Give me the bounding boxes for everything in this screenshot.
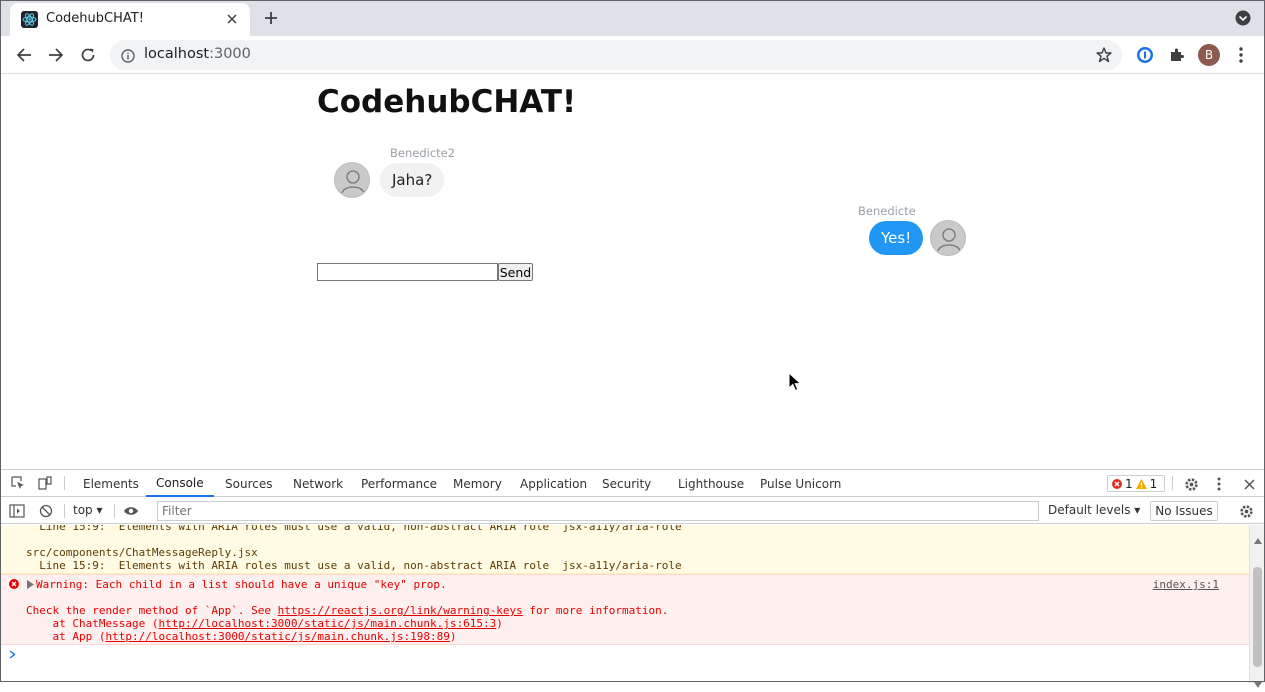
scroll-down-arrow-icon[interactable] <box>1254 673 1262 692</box>
console-sidebar-icon[interactable] <box>9 503 25 519</box>
error-icon <box>9 579 19 592</box>
divider <box>114 504 115 518</box>
console-error-message: Warning: Each child in a list should hav… <box>0 574 1249 645</box>
live-expression-eye-icon[interactable] <box>123 503 139 519</box>
user-avatar-icon <box>930 220 966 256</box>
devtools-tab-pulse-unicorn[interactable]: Pulse Unicorn <box>760 470 841 497</box>
devtools-tab-application[interactable]: Application <box>520 470 587 497</box>
scroll-up-arrow-icon[interactable] <box>1254 529 1262 548</box>
console-line: at App (http://localhost:3000/static/js/… <box>26 630 457 643</box>
browser-menu-dots-icon[interactable] <box>1231 45 1251 65</box>
browser-tabbar: CodehubCHAT! <box>0 0 1265 36</box>
new-tab-plus-icon[interactable] <box>261 8 281 28</box>
send-button[interactable]: Send <box>498 263 533 281</box>
console-line: at ChatMessage (http://localhost:3000/st… <box>26 617 503 630</box>
devtools-tabbar: Elements Console Sources Network Perform… <box>0 470 1265 497</box>
console-output: Line 15:9: Elements with ARIA roles must… <box>0 525 1249 683</box>
console-line: Check the render method of `App`. See ht… <box>26 604 669 617</box>
back-arrow-icon[interactable] <box>14 45 34 65</box>
address-bar[interactable]: localhost:3000 <box>110 40 1122 70</box>
user-avatar-icon <box>334 162 370 198</box>
devtools-tab-console[interactable]: Console <box>146 470 214 497</box>
inspect-element-icon[interactable] <box>10 475 26 491</box>
divider <box>64 476 65 490</box>
console-warning-message: Line 15:9: Elements with ARIA roles must… <box>0 525 1249 574</box>
clear-console-icon[interactable] <box>38 503 54 519</box>
message-input[interactable] <box>317 263 498 281</box>
console-prompt[interactable] <box>0 645 1249 667</box>
stack-trace-link[interactable]: http://localhost:3000/static/js/main.chu… <box>105 630 449 643</box>
prompt-chevron-icon <box>9 649 16 662</box>
message-sender-name: Benedicte <box>858 204 916 218</box>
reload-icon[interactable] <box>78 45 98 65</box>
console-line: src/components/ChatMessageReply.jsx <box>26 546 258 559</box>
issues-button[interactable]: No Issues <box>1150 501 1218 521</box>
forward-arrow-icon[interactable] <box>46 45 66 65</box>
devtools-tab-performance[interactable]: Performance <box>361 470 437 497</box>
console-line: Line 15:9: Elements with ARIA roles must… <box>26 559 682 572</box>
console-filter-input[interactable] <box>157 501 1039 521</box>
devtools-panel: Elements Console Sources Network Perform… <box>0 469 1265 688</box>
warning-count: 1 <box>1149 476 1158 491</box>
browser-tab[interactable]: CodehubCHAT! <box>10 3 250 36</box>
scrollbar-thumb[interactable] <box>1253 567 1262 667</box>
browser-toolbar: localhost:3000 B <box>0 36 1265 74</box>
password-manager-icon[interactable] <box>1135 45 1155 65</box>
console-line: Line 15:9: Elements with ARIA roles must… <box>26 525 682 533</box>
devtools-tab-sources[interactable]: Sources <box>225 470 272 497</box>
tab-title: CodehubCHAT! <box>46 11 144 26</box>
warning-icon <box>1135 478 1147 489</box>
page-viewport: CodehubCHAT! Benedicte2 Jaha? Benedicte … <box>0 75 1265 469</box>
console-scrollbar[interactable] <box>1249 525 1265 688</box>
divider <box>1172 476 1173 490</box>
message-bubble: Jaha? <box>380 163 445 197</box>
profile-avatar[interactable]: B <box>1198 44 1220 66</box>
divider <box>64 504 65 518</box>
issue-counts[interactable]: 1 1 <box>1107 475 1165 492</box>
close-tab-icon[interactable] <box>222 9 242 29</box>
expand-triangle-icon[interactable] <box>27 579 34 592</box>
react-favicon-icon <box>21 11 38 28</box>
stack-trace-link[interactable]: http://localhost:3000/static/js/main.chu… <box>158 617 496 630</box>
site-info-icon[interactable] <box>121 48 135 63</box>
source-link[interactable]: index.js:1 <box>1153 578 1219 591</box>
devtools-tab-elements[interactable]: Elements <box>83 470 139 497</box>
message-bubble-own: Yes! <box>869 221 924 255</box>
mouse-cursor-icon <box>788 371 802 392</box>
bookmark-star-icon[interactable] <box>1095 46 1113 64</box>
tab-search-chevron-icon[interactable] <box>1235 10 1251 26</box>
devtools-menu-dots-icon[interactable] <box>1211 476 1227 492</box>
devtools-tab-memory[interactable]: Memory <box>453 470 502 497</box>
message-sender-name: Benedicte2 <box>390 146 456 160</box>
warning-keys-link[interactable]: https://reactjs.org/link/warning-keys <box>278 604 523 617</box>
context-selector[interactable]: top ▾ <box>73 503 103 517</box>
error-count: 1 <box>1125 476 1133 491</box>
console-filterbar: top ▾ Default levels ▾ No Issues <box>0 498 1265 524</box>
devtools-tab-lighthouse[interactable]: Lighthouse <box>678 470 744 497</box>
app-title: CodehubCHAT! <box>317 84 577 120</box>
devtools-settings-gear-icon[interactable] <box>1183 476 1199 492</box>
url-text: localhost:3000 <box>144 46 251 62</box>
log-levels-dropdown[interactable]: Default levels ▾ <box>1048 503 1140 517</box>
extensions-puzzle-icon[interactable] <box>1167 45 1187 65</box>
device-toolbar-icon[interactable] <box>37 475 53 491</box>
devtools-tab-network[interactable]: Network <box>293 470 343 497</box>
console-line: Warning: Each child in a list should hav… <box>36 578 447 591</box>
console-settings-gear-icon[interactable] <box>1238 503 1254 519</box>
devtools-tab-security[interactable]: Security <box>602 470 651 497</box>
devtools-close-icon[interactable] <box>1241 476 1257 492</box>
error-icon <box>1112 478 1122 489</box>
